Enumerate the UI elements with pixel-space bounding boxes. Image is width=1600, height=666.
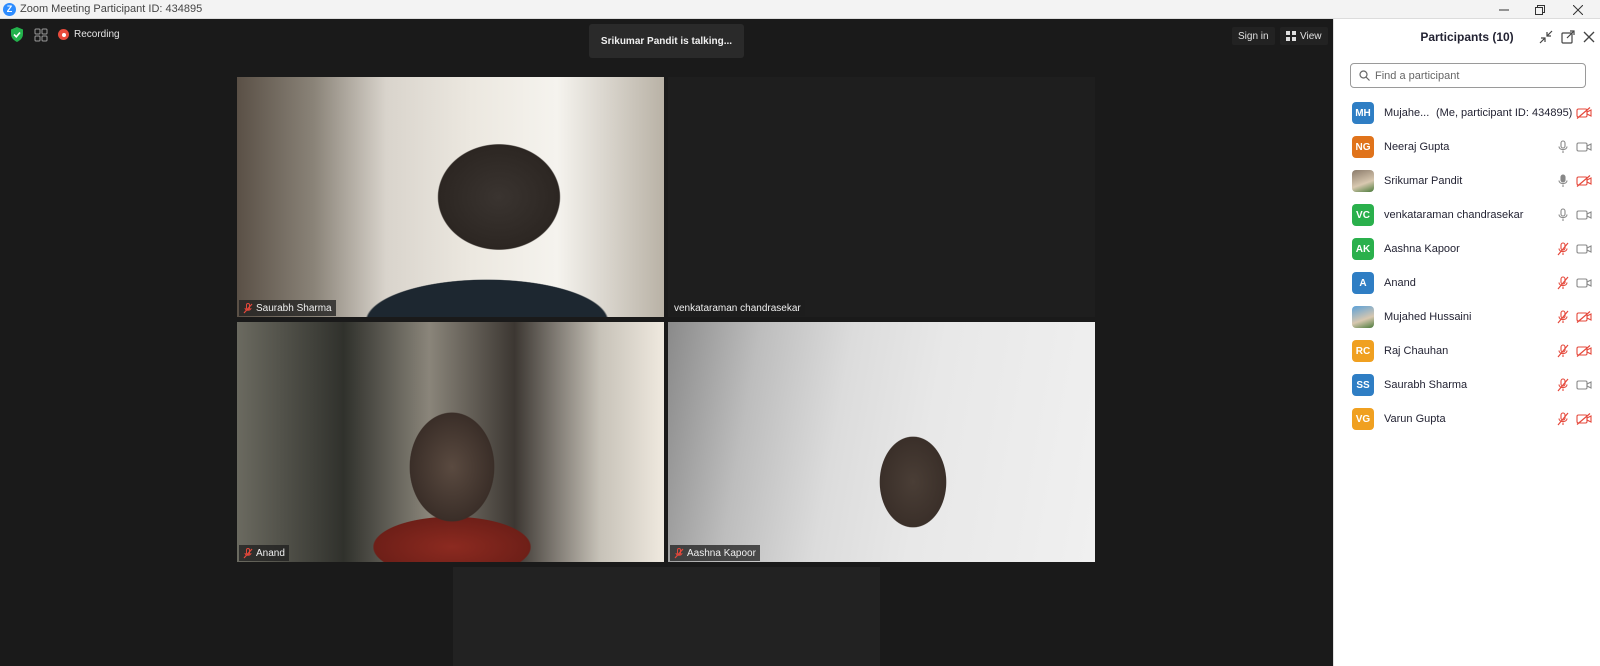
participant-name: Mujahed Hussaini (1384, 311, 1472, 323)
avatar: RC (1352, 340, 1374, 362)
video-tile[interactable]: Aashna Kapoor (668, 322, 1095, 562)
avatar (1352, 170, 1374, 192)
active-speaker-banner: Srikumar Pandit is talking... (589, 24, 744, 58)
zoom-logo-icon: Z (3, 3, 16, 16)
participant-row[interactable]: AK Aashna Kapoor (1334, 232, 1600, 266)
participant-name: Saurabh Sharma (256, 302, 332, 314)
participant-name: Aashna Kapoor (1384, 243, 1460, 255)
tile-name-tag: Anand (239, 545, 289, 561)
camera-off-icon[interactable] (1576, 345, 1592, 357)
video-tile[interactable]: venkataraman chandrasekar (668, 77, 1095, 317)
camera-off-icon[interactable] (1576, 175, 1592, 187)
minimize-button[interactable] (1486, 0, 1522, 19)
participant-row[interactable]: NG Neeraj Gupta (1334, 130, 1600, 164)
camera-icon[interactable] (1576, 379, 1592, 391)
window-title: Zoom Meeting Participant ID: 434895 (20, 3, 203, 15)
participant-list: MH Mujahe... (Me, participant ID: 434895) N… (1334, 96, 1600, 436)
participant-row[interactable]: VC venkataraman chandrasekar (1334, 198, 1600, 232)
pop-out-icon[interactable] (1561, 30, 1575, 44)
avatar: VC (1352, 204, 1374, 226)
camera-icon[interactable] (1576, 141, 1592, 153)
muted-mic-icon[interactable] (1557, 378, 1569, 392)
participant-row[interactable]: Mujahed Hussaini (1334, 300, 1600, 334)
muted-mic-icon[interactable] (1557, 344, 1569, 358)
camera-off-icon[interactable] (1576, 311, 1592, 323)
avatar: A (1352, 272, 1374, 294)
participant-name: Mujahe... (1384, 107, 1430, 119)
panel-header: Participants (10) (1334, 19, 1600, 55)
muted-mic-icon (243, 547, 253, 558)
restore-button[interactable] (1522, 0, 1558, 19)
mic-icon[interactable] (1557, 174, 1569, 188)
recording-indicator[interactable]: Recording (58, 29, 120, 40)
avatar: NG (1352, 136, 1374, 158)
participant-name: Anand (256, 547, 285, 559)
mic-icon[interactable] (1557, 140, 1569, 154)
panel-title: Participants (10) (1420, 30, 1514, 44)
muted-mic-icon[interactable] (1557, 310, 1569, 324)
participant-name: Neeraj Gupta (1384, 141, 1450, 153)
muted-mic-icon (674, 547, 684, 558)
camera-icon[interactable] (1576, 209, 1592, 221)
participant-row[interactable]: Srikumar Pandit (1334, 164, 1600, 198)
participant-name: venkataraman chandrasekar (674, 302, 801, 314)
muted-mic-icon[interactable] (1557, 242, 1569, 256)
participant-name: Raj Chauhan (1384, 345, 1449, 357)
camera-off-icon[interactable] (1576, 107, 1592, 119)
participant-row[interactable]: VG Varun Gupta (1334, 402, 1600, 436)
participant-name: Anand (1384, 277, 1416, 289)
participant-name: Aashna Kapoor (687, 547, 756, 559)
view-label: View (1300, 30, 1322, 42)
video-tile[interactable]: Saurabh Sharma (237, 77, 664, 317)
camera-icon[interactable] (1576, 277, 1592, 289)
meeting-area: Recording Srikumar Pandit is talking... … (0, 19, 1333, 666)
search-icon (1359, 70, 1370, 81)
avatar: AK (1352, 238, 1374, 260)
avatar: MH (1352, 102, 1374, 124)
tile-name-tag: Saurabh Sharma (239, 300, 336, 316)
meeting-info-grid-icon[interactable] (34, 28, 48, 42)
view-button[interactable]: View (1280, 27, 1328, 45)
participant-name: Srikumar Pandit (1384, 175, 1463, 187)
video-tile[interactable]: Anand (237, 322, 664, 562)
tile-name-tag: Aashna Kapoor (670, 545, 760, 561)
participants-panel: Participants (10) MH Mujahe... (Me, partic… (1333, 19, 1600, 666)
participant-row[interactable]: RC Raj Chauhan (1334, 334, 1600, 368)
participant-name: Varun Gupta (1384, 413, 1446, 425)
close-window-button[interactable] (1560, 0, 1596, 19)
recording-dot-icon (58, 29, 69, 40)
sign-in-button[interactable]: Sign in (1232, 27, 1275, 45)
camera-icon[interactable] (1576, 243, 1592, 255)
participant-self-label: (Me, participant ID: 434895) (1436, 107, 1573, 119)
restore-icon (1535, 4, 1545, 15)
participant-name: Saurabh Sharma (1384, 379, 1468, 391)
collapse-icon[interactable] (1539, 30, 1553, 44)
view-grid-icon (1286, 31, 1296, 41)
participant-row[interactable]: SS Saurabh Sharma (1334, 368, 1600, 402)
participant-name: venkataraman chandrasekar (1384, 209, 1524, 221)
meeting-status-bar: Recording (10, 27, 120, 42)
camera-off-icon[interactable] (1576, 413, 1592, 425)
mic-icon[interactable] (1557, 208, 1569, 222)
tile-name-tag: venkataraman chandrasekar (670, 300, 805, 316)
close-icon (1573, 4, 1583, 15)
close-panel-icon[interactable] (1582, 30, 1596, 44)
avatar: SS (1352, 374, 1374, 396)
muted-mic-icon (243, 302, 253, 313)
security-shield-icon[interactable] (10, 27, 24, 42)
muted-mic-icon[interactable] (1557, 412, 1569, 426)
avatar: VG (1352, 408, 1374, 430)
participant-row[interactable]: A Anand (1334, 266, 1600, 300)
muted-mic-icon[interactable] (1557, 276, 1569, 290)
video-tile[interactable] (453, 567, 880, 666)
recording-label: Recording (74, 29, 120, 40)
participant-search[interactable] (1350, 63, 1586, 88)
search-input[interactable] (1375, 69, 1575, 82)
minimize-icon (1499, 9, 1509, 10)
participant-row[interactable]: MH Mujahe... (Me, participant ID: 434895) (1334, 96, 1600, 130)
avatar (1352, 306, 1374, 328)
window-titlebar: Z Zoom Meeting Participant ID: 434895 (0, 0, 1600, 19)
